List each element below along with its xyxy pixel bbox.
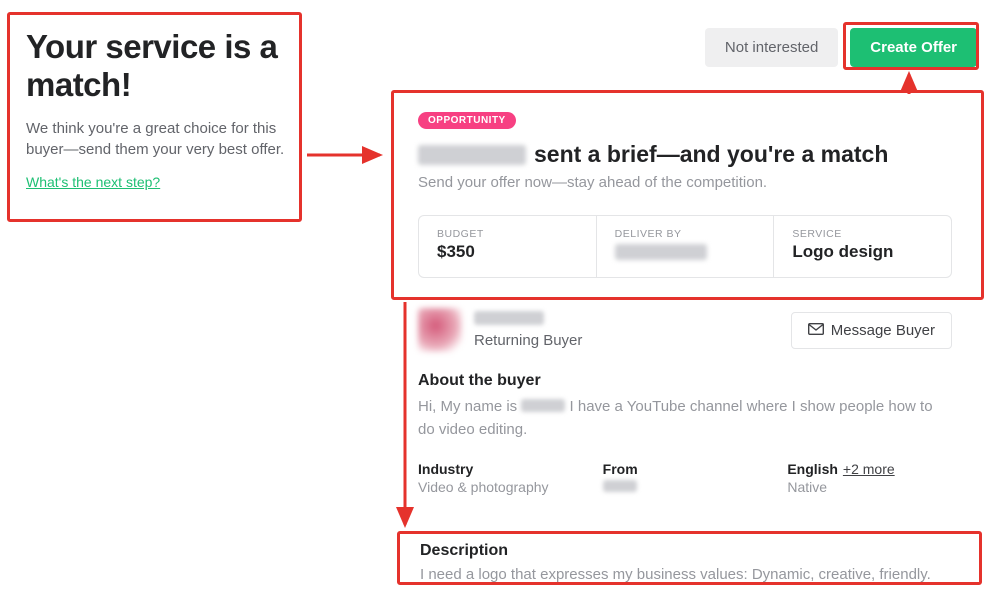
brief-stats: BUDGET $350 DELIVER BY SERVICE Logo desi… [418, 215, 952, 278]
buyer-info: Returning Buyer [474, 311, 779, 349]
buyer-meta: Industry Video & photography From Englis… [390, 441, 980, 495]
avatar [418, 308, 462, 352]
brief-subtitle: Send your offer now—stay ahead of the co… [418, 174, 952, 191]
description-block: Description I need a logo that expresses… [398, 534, 980, 591]
budget-value: $350 [437, 242, 578, 262]
description-heading: Description [420, 542, 958, 560]
opportunity-badge: OPPORTUNITY [418, 112, 516, 129]
deliver-value-redacted [615, 244, 707, 260]
english-col: English +2 more Native [787, 461, 952, 495]
industry-value: Video & photography [418, 479, 583, 495]
about-block: About the buyer Hi, My name is I have a … [390, 352, 980, 441]
from-value-redacted [603, 480, 637, 492]
about-prefix: Hi, My name is [418, 398, 521, 415]
from-col: From [603, 461, 768, 495]
budget-cell: BUDGET $350 [419, 216, 596, 277]
deliver-label: DELIVER BY [615, 228, 756, 240]
message-buyer-button[interactable]: Message Buyer [791, 312, 952, 349]
intro-subtitle: We think you're a great choice for this … [26, 118, 288, 160]
arrow-icon [305, 140, 390, 170]
english-value: Native [787, 479, 952, 495]
returning-buyer-label: Returning Buyer [474, 332, 779, 349]
top-actions: Not interested Create Offer [705, 28, 977, 67]
service-value: Logo design [792, 242, 933, 262]
budget-label: BUDGET [437, 228, 578, 240]
intro-panel: Your service is a match! We think you're… [12, 18, 302, 206]
service-label: SERVICE [792, 228, 933, 240]
about-heading: About the buyer [418, 372, 952, 390]
not-interested-button[interactable]: Not interested [705, 28, 838, 67]
service-cell: SERVICE Logo design [773, 216, 951, 277]
brief-title: sent a brief—and you're a match [418, 141, 952, 168]
buyer-username-redacted [418, 145, 526, 165]
industry-col: Industry Video & photography [418, 461, 583, 495]
about-name-redacted [521, 399, 565, 412]
buyer-name-redacted [474, 311, 544, 325]
envelope-icon [808, 322, 824, 339]
more-languages-link[interactable]: +2 more [843, 461, 895, 477]
brief-title-text: sent a brief—and you're a match [534, 141, 888, 168]
about-text: Hi, My name is I have a YouTube channel … [418, 396, 952, 441]
description-text: I need a logo that expresses my business… [420, 566, 958, 583]
buyer-row: Returning Buyer Message Buyer [390, 290, 980, 352]
next-step-link[interactable]: What's the next step? [26, 174, 160, 190]
industry-label: Industry [418, 461, 583, 477]
detail-panel: OPPORTUNITY sent a brief—and you're a ma… [390, 90, 980, 495]
from-label: From [603, 461, 768, 477]
deliver-cell: DELIVER BY [596, 216, 774, 277]
message-buyer-label: Message Buyer [831, 322, 935, 339]
page-title: Your service is a match! [26, 28, 288, 104]
english-label: English [787, 461, 838, 477]
create-offer-button[interactable]: Create Offer [850, 28, 977, 67]
